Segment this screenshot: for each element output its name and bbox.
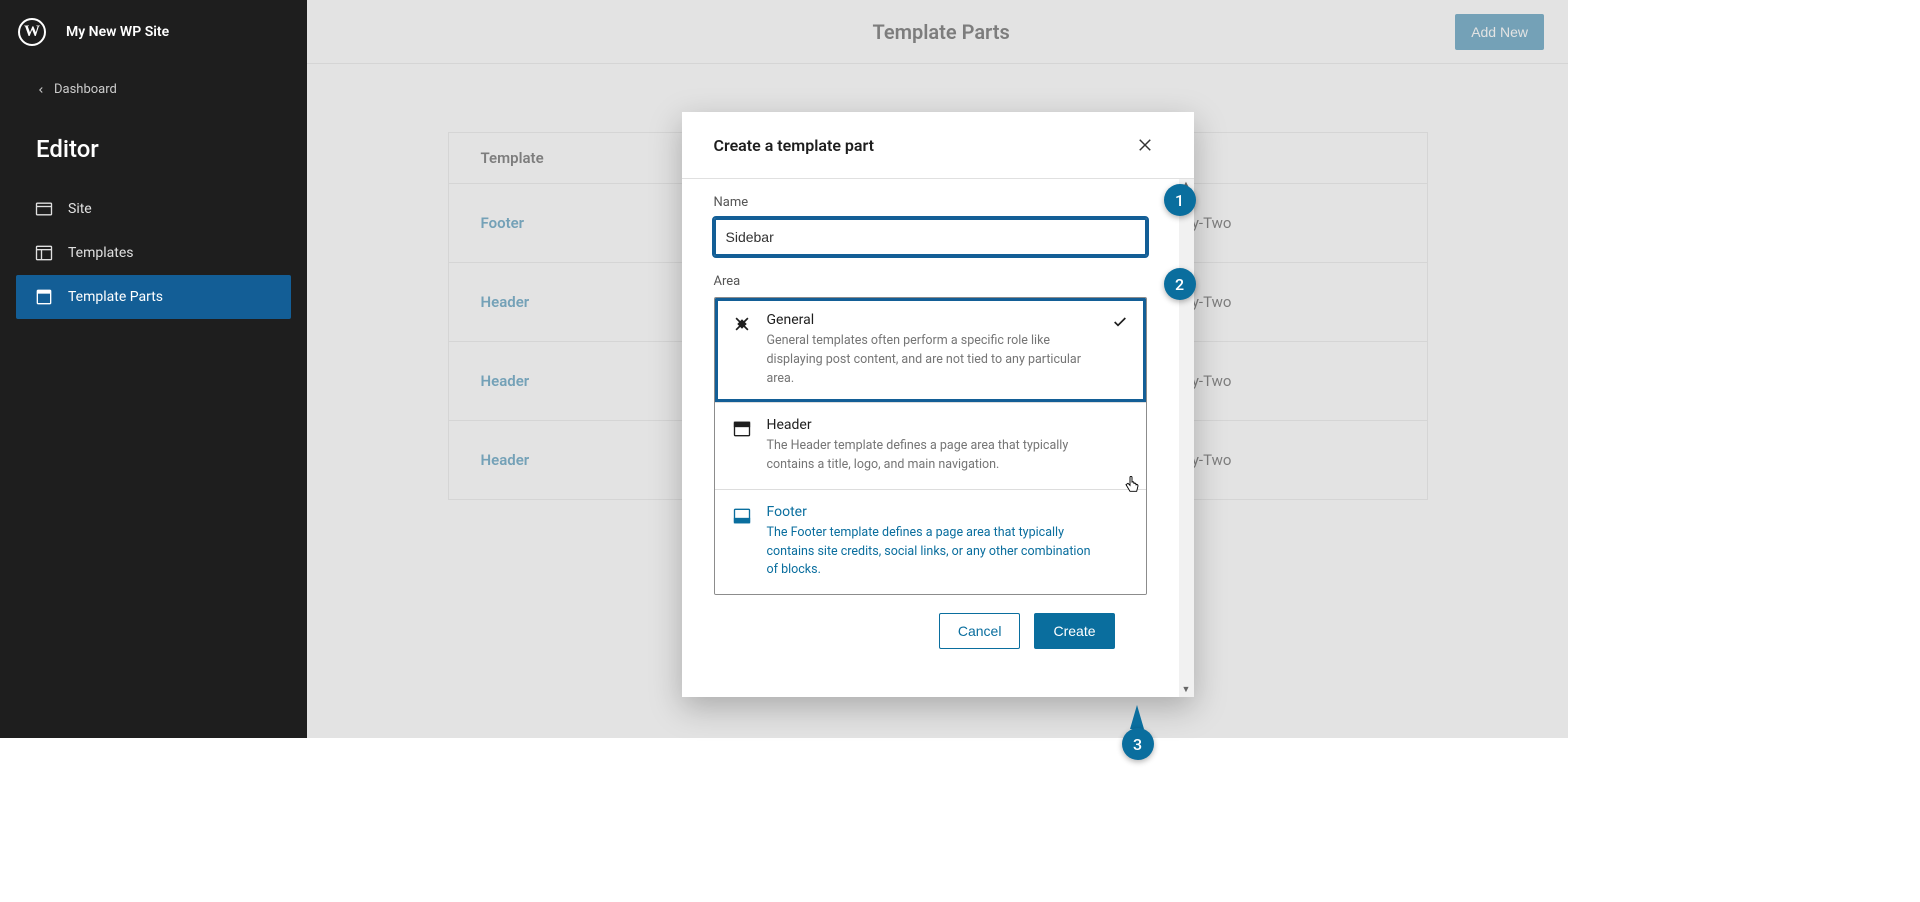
sidebar-item-template-parts[interactable]: Template Parts	[16, 275, 291, 319]
modal-scrollbar[interactable]: ▲ ▼	[1179, 179, 1194, 697]
check-icon	[1112, 417, 1130, 475]
admin-sidebar: W My New WP Site Dashboard Editor Site T…	[0, 0, 307, 738]
create-template-part-modal: Create a template part Name Area	[682, 112, 1194, 697]
area-option-desc: The Header template defines a page area …	[767, 437, 1098, 475]
sidebar-nav: Site Templates Template Parts	[0, 187, 307, 319]
cancel-button[interactable]: Cancel	[939, 613, 1021, 649]
dashboard-link-label: Dashboard	[54, 82, 117, 97]
sidebar-header: W My New WP Site	[0, 0, 307, 64]
sidebar-item-site[interactable]: Site	[16, 187, 291, 231]
area-option-desc: General templates often perform a specif…	[767, 332, 1098, 388]
footer-area-icon	[731, 504, 753, 526]
annotation-arrow-icon	[1130, 705, 1144, 729]
annotation-badge-3: 3	[1122, 728, 1154, 760]
check-icon	[1112, 504, 1130, 580]
general-area-icon	[731, 312, 753, 334]
header-area-icon	[731, 417, 753, 439]
area-option-title: Header	[767, 417, 1098, 433]
sidebar-item-templates[interactable]: Templates	[16, 231, 291, 275]
area-option-general[interactable]: General General templates often perform …	[715, 298, 1146, 402]
modal-footer: Cancel Create	[714, 595, 1147, 673]
area-option-title: General	[767, 312, 1098, 328]
site-title[interactable]: My New WP Site	[66, 24, 169, 40]
area-option-footer[interactable]: Footer The Footer template defines a pag…	[715, 489, 1146, 594]
chevron-left-icon	[36, 85, 46, 95]
back-to-dashboard-link[interactable]: Dashboard	[0, 64, 307, 115]
close-icon	[1136, 136, 1154, 154]
sidebar-item-label: Templates	[68, 245, 134, 261]
area-option-title: Footer	[767, 504, 1098, 520]
annotation-badge-1: 1	[1164, 184, 1196, 216]
sidebar-item-label: Template Parts	[68, 289, 163, 305]
wordpress-logo-icon[interactable]: W	[18, 18, 46, 46]
templates-icon	[34, 243, 54, 263]
area-option-header[interactable]: Header The Header template defines a pag…	[715, 402, 1146, 489]
modal-body: Name Area General General templates ofte…	[682, 179, 1179, 697]
editor-heading: Editor	[0, 115, 307, 187]
check-icon	[1112, 312, 1130, 388]
create-button[interactable]: Create	[1034, 613, 1114, 649]
name-input[interactable]	[714, 218, 1147, 256]
area-option-desc: The Footer template defines a page area …	[767, 524, 1098, 580]
annotation-badge-2: 2	[1164, 268, 1196, 300]
template-parts-icon	[34, 287, 54, 307]
modal-title: Create a template part	[714, 136, 875, 155]
area-option-list: General General templates often perform …	[714, 297, 1147, 595]
scroll-down-icon[interactable]: ▼	[1182, 686, 1191, 695]
close-button[interactable]	[1128, 132, 1162, 158]
main-area: Template Parts Add New Template Added by…	[307, 0, 1568, 738]
home-icon	[34, 199, 54, 219]
sidebar-item-label: Site	[68, 201, 92, 217]
modal-header: Create a template part	[682, 112, 1194, 179]
area-field-label: Area	[714, 274, 1147, 289]
name-field-label: Name	[714, 195, 1147, 210]
